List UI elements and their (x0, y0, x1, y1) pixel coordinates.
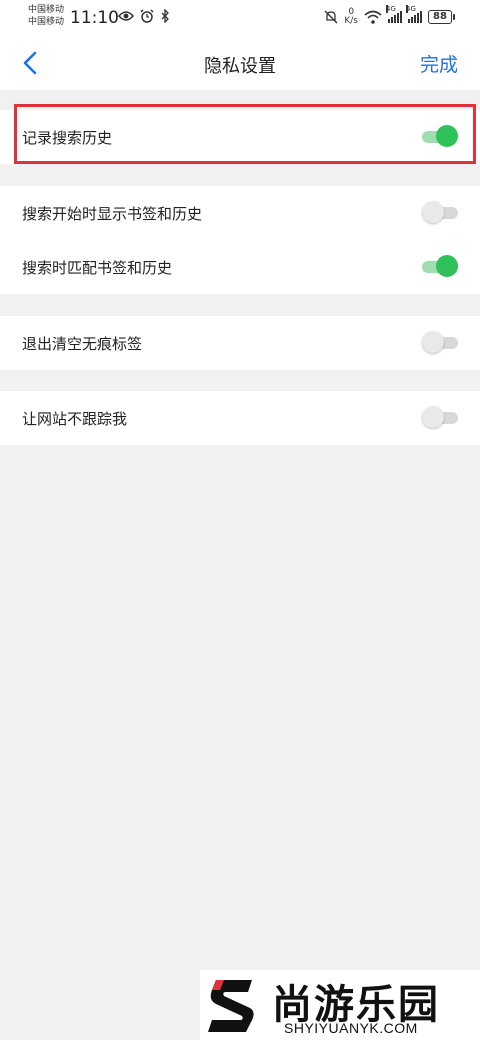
signal-1-icon: 4G (386, 5, 402, 23)
clear-incognito-tabs-toggle[interactable] (422, 331, 458, 353)
battery-icon: 88 (428, 10, 455, 24)
status-bar: 中国移动 中国移动 11:10 0 K/s 4G 4G 88 (0, 0, 480, 36)
carrier-1: 中国移动 (28, 5, 65, 15)
done-button[interactable]: 完成 (420, 50, 458, 77)
watermark-url: SHYIYUANYK.COM (284, 1020, 418, 1036)
signal-2-label: 4G (406, 5, 416, 13)
setting-row-clear-incognito: 退出清空无痕标签 (0, 316, 480, 370)
setting-row-show-bookmarks-on-search: 搜索开始时显示书签和历史 (0, 186, 480, 240)
clock: 11:10 (70, 8, 119, 28)
settings-group-incognito: 退出清空无痕标签 (0, 316, 480, 370)
setting-label: 搜索时匹配书签和历史 (22, 258, 173, 277)
speed-unit: K/s (344, 16, 358, 26)
setting-row-match-bookmarks: 搜索时匹配书签和历史 (0, 240, 480, 294)
setting-row-record-search-history: 记录搜索历史 (0, 110, 480, 164)
setting-row-do-not-track: 让网站不跟踪我 (0, 391, 480, 445)
settings-group-search: 搜索开始时显示书签和历史 搜索时匹配书签和历史 (0, 186, 480, 294)
match-bookmarks-history-toggle[interactable] (422, 255, 458, 277)
mute-bell-icon (324, 10, 338, 24)
carrier-2: 中国移动 (28, 17, 65, 27)
do-not-track-toggle[interactable] (422, 406, 458, 428)
page-title: 隐私设置 (204, 56, 276, 77)
setting-label: 搜索开始时显示书签和历史 (22, 204, 203, 223)
show-bookmarks-history-toggle[interactable] (422, 201, 458, 223)
watermark: 尚游乐园 SHYIYUANYK.COM (200, 970, 480, 1040)
settings-group-history: 记录搜索历史 (0, 110, 480, 164)
signal-2-icon: 4G (406, 5, 422, 23)
alarm-icon (140, 9, 154, 23)
setting-label: 退出清空无痕标签 (22, 334, 143, 353)
settings-group-tracking: 让网站不跟踪我 (0, 391, 480, 445)
network-speed: 0 K/s (344, 8, 358, 26)
carrier-info: 中国移动 中国移动 (28, 4, 64, 28)
eye-icon (118, 11, 134, 21)
bluetooth-icon (161, 9, 169, 23)
watermark-logo-icon (208, 980, 254, 1032)
setting-label: 让网站不跟踪我 (22, 409, 128, 428)
setting-label: 记录搜索历史 (22, 128, 113, 147)
nav-header: 隐私设置 完成 (0, 36, 480, 90)
record-search-history-toggle[interactable] (422, 125, 458, 147)
wifi-icon (364, 10, 382, 24)
signal-1-label: 4G (386, 5, 396, 13)
